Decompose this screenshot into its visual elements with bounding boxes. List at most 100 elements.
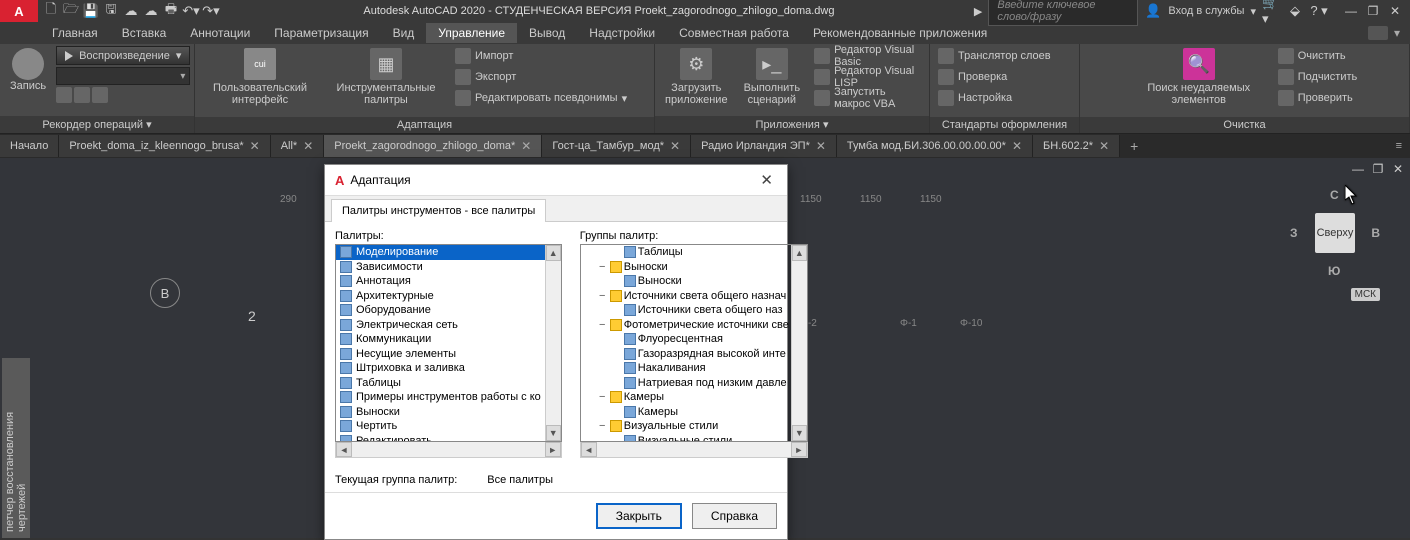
- group-tree-item[interactable]: Таблицы: [581, 245, 791, 260]
- tree-expander-icon[interactable]: −: [597, 290, 608, 302]
- viewcube-west[interactable]: З: [1290, 226, 1298, 240]
- file-tab[interactable]: Гост-ца_Тамбур_мод*✕: [542, 135, 691, 157]
- ribbon-tab[interactable]: Надстройки: [577, 23, 667, 43]
- scroll-left-button[interactable]: ◄: [336, 442, 352, 457]
- vb-editor-button[interactable]: Редактор Visual Basic: [810, 46, 925, 66]
- panel-label[interactable]: Очистка: [1080, 117, 1409, 133]
- tool-palettes-button[interactable]: ▦ Инструментальные палитры: [325, 46, 447, 108]
- viewcube-east[interactable]: В: [1371, 226, 1380, 240]
- group-tree-item[interactable]: Выноски: [581, 274, 791, 289]
- help-icon[interactable]: ? ▾: [1310, 2, 1328, 20]
- dialog-close-button[interactable]: ✕: [756, 171, 777, 189]
- cloud-save-icon[interactable]: ☁: [142, 2, 160, 20]
- palette-list-item[interactable]: Выноски: [336, 405, 545, 420]
- ribbon-tab[interactable]: Аннотации: [178, 23, 262, 43]
- group-tree-item[interactable]: Натриевая под низким давле: [581, 376, 791, 391]
- load-app-button[interactable]: ⚙ Загрузить приложение: [659, 46, 734, 108]
- panel-label[interactable]: Стандарты оформления: [930, 117, 1079, 133]
- restore-button[interactable]: ❐: [1364, 3, 1382, 19]
- group-tree-item[interactable]: Газоразрядная высокой инте: [581, 347, 791, 362]
- macro-icon-1[interactable]: [56, 87, 72, 103]
- ribbon-tab[interactable]: Совместная работа: [667, 23, 801, 43]
- viewcube[interactable]: Сверху С Ю В З: [1290, 188, 1380, 278]
- palette-list-item[interactable]: Электрическая сеть: [336, 318, 545, 333]
- redo-icon[interactable]: ↷▾: [202, 2, 220, 20]
- record-button[interactable]: Запись: [4, 46, 52, 94]
- panel-label[interactable]: Адаптация: [195, 117, 654, 133]
- palette-list-item[interactable]: Архитектурные: [336, 289, 545, 304]
- purge-button[interactable]: Очистить: [1274, 46, 1362, 66]
- palette-list-item[interactable]: Моделирование: [336, 245, 545, 260]
- file-tab[interactable]: Proekt_doma_iz_kleennogo_brusa*✕: [59, 135, 270, 157]
- group-tree-item[interactable]: Визуальные стили: [581, 434, 791, 442]
- edit-aliases-button[interactable]: Редактировать псевдонимы ▾: [451, 88, 631, 108]
- viewcube-top[interactable]: Сверху: [1315, 213, 1355, 253]
- scrollbar[interactable]: ◄ ►: [580, 442, 808, 458]
- run-script-button[interactable]: ▸_ Выполнить сценарий: [738, 46, 806, 108]
- file-tab[interactable]: Тумба мод.БИ.306.00.00.00.00*✕: [837, 135, 1033, 157]
- signin-label[interactable]: Вход в службы: [1168, 5, 1244, 17]
- group-tree-item[interactable]: Флуоресцентная: [581, 332, 791, 347]
- tree-expander-icon[interactable]: −: [597, 391, 608, 403]
- close-tab-button[interactable]: ✕: [250, 139, 260, 153]
- group-tree-item[interactable]: −Фотометрические источники све: [581, 318, 791, 333]
- group-tree-item[interactable]: Накаливания: [581, 361, 791, 376]
- group-tree-item[interactable]: −Визуальные стили: [581, 419, 791, 434]
- palette-list-item[interactable]: Оборудование: [336, 303, 545, 318]
- group-tree-item[interactable]: Камеры: [581, 405, 791, 420]
- import-button[interactable]: Импорт: [451, 46, 631, 66]
- ribbon-tab[interactable]: Вставка: [110, 23, 179, 43]
- open-icon[interactable]: 🗁: [62, 2, 80, 20]
- tree-expander-icon[interactable]: −: [597, 319, 608, 331]
- group-tree-item[interactable]: −Камеры: [581, 390, 791, 405]
- tree-expander-icon[interactable]: −: [597, 420, 608, 432]
- doc-minimize-button[interactable]: —: [1350, 162, 1366, 176]
- undo-icon[interactable]: ↶▾: [182, 2, 200, 20]
- close-tab-button[interactable]: ✕: [816, 139, 826, 153]
- palette-list-item[interactable]: Несущие элементы: [336, 347, 545, 362]
- autodesk-app-icon[interactable]: ⬙: [1286, 2, 1304, 20]
- close-tab-button[interactable]: ✕: [303, 139, 313, 153]
- save-icon[interactable]: 💾: [82, 2, 100, 20]
- cart-icon[interactable]: 🛒▾: [1262, 2, 1280, 20]
- ribbon-tab[interactable]: Главная: [40, 23, 110, 43]
- search-arrow-icon[interactable]: ▶: [974, 5, 982, 18]
- plot-icon[interactable]: 🖶: [162, 2, 180, 20]
- overkill-button[interactable]: Подчистить: [1274, 67, 1362, 87]
- ribbon-tab[interactable]: Рекомендованные приложения: [801, 23, 999, 43]
- macro-icon-2[interactable]: [74, 87, 90, 103]
- close-button[interactable]: ✕: [1386, 3, 1404, 19]
- palettes-listbox[interactable]: МоделированиеЗависимостиАннотацияАрхитек…: [335, 244, 562, 442]
- saveas-icon[interactable]: 🖫: [102, 2, 120, 20]
- scrollbar[interactable]: ▲ ▼: [545, 245, 561, 441]
- play-button[interactable]: Воспроизведение▾: [56, 46, 190, 65]
- wcs-label[interactable]: МСК: [1351, 288, 1380, 301]
- help-button[interactable]: Справка: [692, 503, 777, 529]
- check-standards-button[interactable]: Проверка: [934, 67, 1055, 87]
- run-macro-button[interactable]: Запустить макрос VBA: [810, 88, 925, 108]
- featured-apps-icon[interactable]: [1368, 26, 1388, 40]
- scroll-down-button[interactable]: ▼: [792, 425, 807, 441]
- audit-button[interactable]: Проверить: [1274, 88, 1362, 108]
- export-button[interactable]: Экспорт: [451, 67, 631, 87]
- close-tab-button[interactable]: ✕: [1099, 139, 1109, 153]
- palette-list-item[interactable]: Аннотация: [336, 274, 545, 289]
- scroll-right-button[interactable]: ►: [791, 442, 807, 457]
- macro-icon-3[interactable]: [92, 87, 108, 103]
- macro-dropdown[interactable]: ▾: [56, 67, 190, 85]
- signin-icon[interactable]: 👤: [1144, 2, 1162, 20]
- palette-list-item[interactable]: Редактировать: [336, 434, 545, 442]
- palette-list-item[interactable]: Коммуникации: [336, 332, 545, 347]
- ribbon-tab[interactable]: Управление: [426, 23, 517, 43]
- tabs-menu-button[interactable]: ≡: [1388, 136, 1410, 156]
- app-logo-icon[interactable]: A: [0, 0, 38, 22]
- panel-label[interactable]: Рекордер операций ▾: [0, 116, 194, 133]
- palette-list-item[interactable]: Чертить: [336, 419, 545, 434]
- palette-list-item[interactable]: Примеры инструментов работы с ко: [336, 390, 545, 405]
- scroll-right-button[interactable]: ►: [545, 442, 561, 457]
- close-tab-button[interactable]: ✕: [521, 139, 531, 153]
- layer-translator-button[interactable]: Транслятор слоев: [934, 46, 1055, 66]
- search-input[interactable]: Введите ключевое слово/фразу: [988, 0, 1138, 26]
- scrollbar[interactable]: ◄ ►: [335, 442, 562, 458]
- cui-button[interactable]: cui Пользовательский интерфейс: [199, 46, 321, 108]
